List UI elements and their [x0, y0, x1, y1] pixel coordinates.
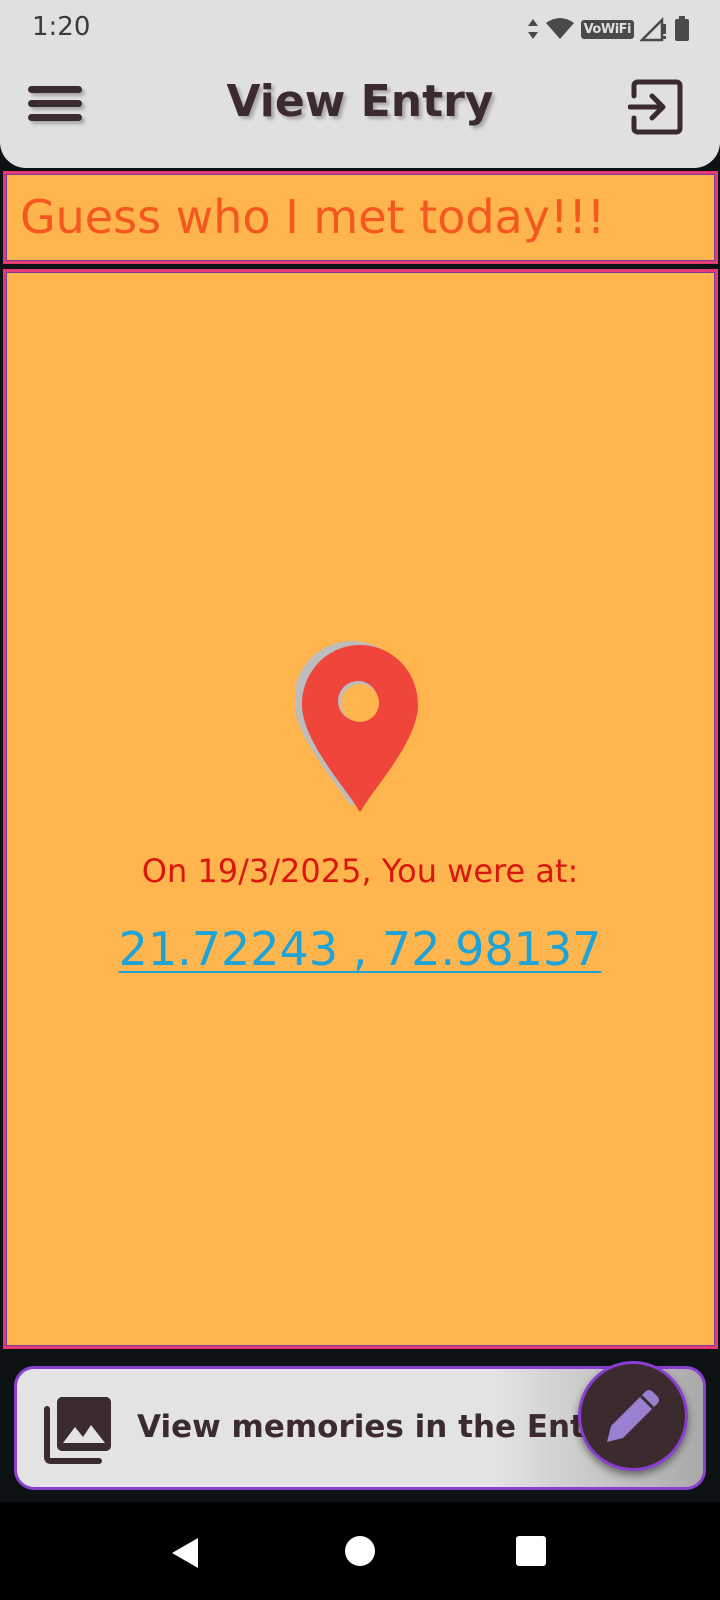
edit-entry-fab[interactable] — [578, 1361, 688, 1471]
coordinates-link[interactable]: 21.72243 , 72.98137 — [0, 922, 720, 976]
page-title: View Entry — [226, 76, 494, 127]
pencil-icon — [607, 1390, 659, 1442]
entry-title-card: Guess who I met today!!! — [3, 171, 718, 264]
status-icons: VoWiFi — [527, 14, 690, 44]
vowifi-icon: VoWiFi — [580, 19, 634, 39]
system-nav-bar — [0, 1502, 720, 1600]
view-memories-label: View memories in the Entry — [137, 1409, 621, 1445]
data-arrows-icon — [527, 19, 538, 39]
map-pin-icon — [296, 641, 418, 812]
photo-library-icon — [44, 1397, 111, 1464]
status-time: 1:20 — [32, 12, 91, 42]
home-icon[interactable] — [345, 1536, 375, 1566]
wifi-icon — [545, 18, 574, 39]
entry-title: Guess who I met today!!! — [20, 190, 606, 244]
recents-icon[interactable] — [516, 1536, 546, 1566]
top-app-bar: 1:20 VoWiFi View Entry — [0, 0, 720, 168]
screen: 1:20 VoWiFi View Entry Guess who I met t… — [0, 0, 720, 1600]
signal-icon — [640, 16, 666, 42]
logout-icon — [627, 79, 683, 135]
location-date-text: On 19/3/2025, You were at: — [141, 852, 579, 890]
battery-icon — [675, 16, 689, 41]
logout-button[interactable] — [627, 78, 686, 136]
back-icon[interactable] — [170, 1536, 200, 1570]
